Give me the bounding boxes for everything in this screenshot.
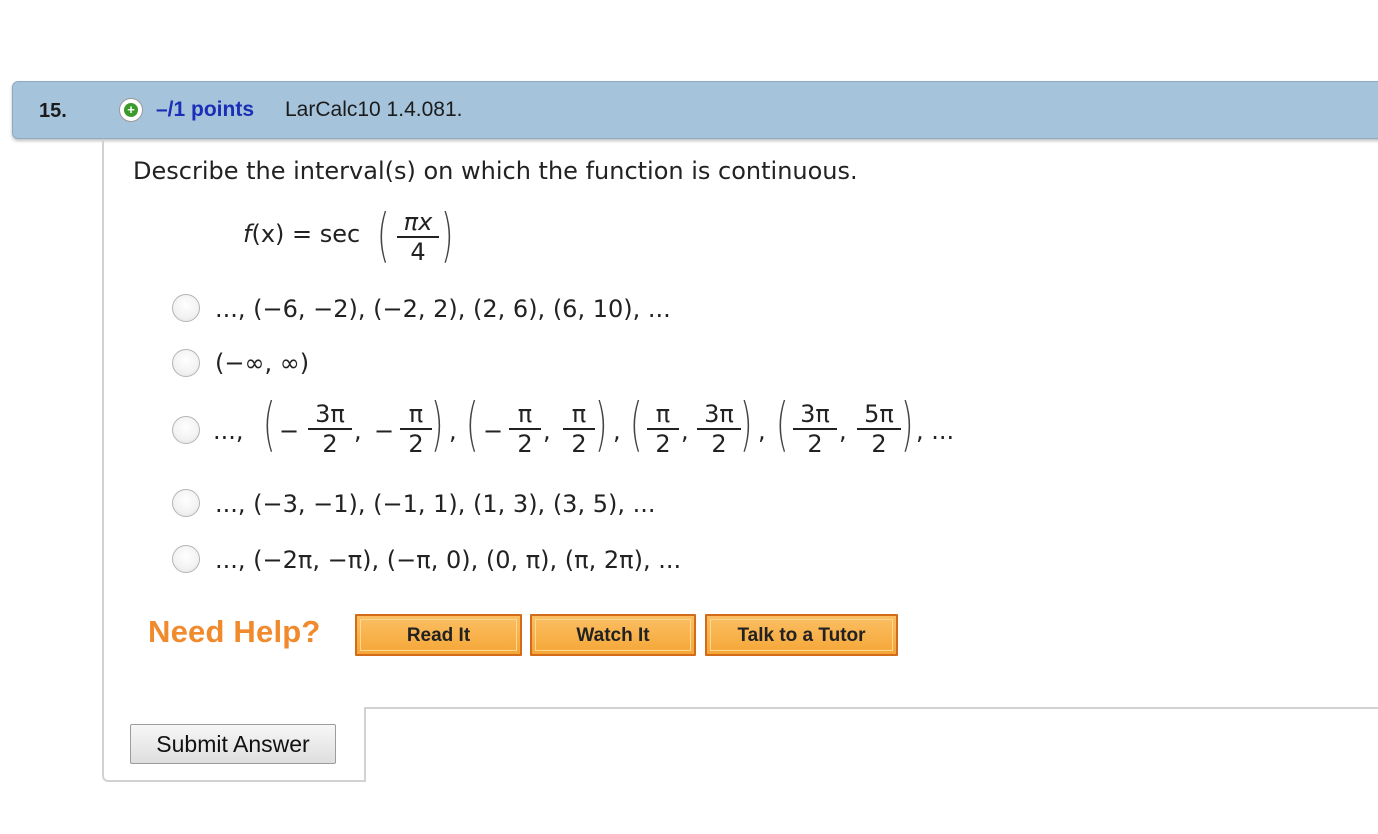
fraction-denominator: 4 bbox=[410, 238, 426, 266]
expand-button[interactable]: + bbox=[119, 98, 143, 122]
option-3-lead: ..., bbox=[213, 417, 244, 445]
watch-it-button[interactable]: Watch It bbox=[530, 614, 696, 656]
function-arg: (x) bbox=[251, 220, 285, 248]
paren: ) bbox=[901, 390, 914, 458]
talk-to-tutor-button[interactable]: Talk to a Tutor bbox=[705, 614, 898, 656]
option-2-label: (−∞, ∞) bbox=[215, 349, 310, 377]
fraction-denominator: 2 bbox=[711, 430, 727, 458]
numerator-text: πx bbox=[403, 208, 433, 236]
fraction: π 2 bbox=[647, 401, 679, 457]
comma: , bbox=[839, 417, 847, 445]
paren: ) bbox=[595, 390, 608, 458]
option-5-label: ..., (−2π, −π), (−π, 0), (0, π), (π, 2π)… bbox=[215, 546, 682, 574]
minus-sign: − bbox=[483, 417, 504, 445]
comma: , bbox=[543, 417, 551, 445]
radio-option-5[interactable] bbox=[172, 545, 200, 573]
read-it-label: Read It bbox=[360, 619, 517, 651]
fraction-numerator: π bbox=[408, 400, 424, 428]
fraction: π 2 bbox=[563, 401, 595, 457]
option-1-label: ..., (−6, −2), (−2, 2), (2, 6), (6, 10),… bbox=[215, 295, 671, 323]
comma: , bbox=[354, 417, 362, 445]
fraction-denominator: 2 bbox=[408, 430, 424, 458]
fraction-numerator: 3π bbox=[704, 400, 734, 428]
fraction-denominator: 2 bbox=[655, 430, 671, 458]
function-formula: f(x) = sec ( πx 4 ) bbox=[243, 206, 483, 276]
read-it-button[interactable]: Read It bbox=[355, 614, 522, 656]
fraction: 3π 2 bbox=[308, 401, 352, 457]
fraction: 3π 2 bbox=[793, 401, 837, 457]
question-number: 15. bbox=[39, 100, 67, 122]
fraction-numerator: 3π bbox=[315, 400, 345, 428]
fraction-numerator: π bbox=[571, 400, 587, 428]
right-paren: ) bbox=[441, 201, 454, 269]
minus-sign: − bbox=[279, 417, 300, 445]
talk-to-tutor-label: Talk to a Tutor bbox=[710, 619, 893, 651]
option-3-tail: , ... bbox=[916, 417, 955, 445]
fraction: π 2 bbox=[400, 401, 432, 457]
radio-option-3[interactable] bbox=[172, 416, 200, 444]
comma: , bbox=[449, 417, 457, 445]
fraction-denominator: 2 bbox=[517, 430, 533, 458]
formula-lhs: f(x) = sec bbox=[243, 220, 360, 248]
radio-option-4[interactable] bbox=[172, 489, 200, 517]
fraction-denominator: 2 bbox=[871, 430, 887, 458]
comma: , bbox=[758, 417, 766, 445]
need-help-label: Need Help? bbox=[148, 614, 321, 649]
watch-it-label: Watch It bbox=[535, 619, 691, 651]
fraction-numerator: 3π bbox=[800, 400, 830, 428]
paren: ( bbox=[466, 390, 479, 458]
plus-icon: + bbox=[124, 103, 138, 117]
paren: ) bbox=[431, 390, 444, 458]
fraction: π 2 bbox=[509, 401, 541, 457]
question-header: 15. + –/1 points LarCalc10 1.4.081. bbox=[12, 81, 1378, 139]
fraction-denominator: 2 bbox=[571, 430, 587, 458]
fraction: 5π 2 bbox=[857, 401, 901, 457]
fraction: πx 4 bbox=[397, 209, 439, 265]
paren: ( bbox=[630, 390, 643, 458]
fraction-numerator: πx bbox=[397, 209, 439, 235]
fraction-numerator: π bbox=[517, 400, 533, 428]
radio-option-1[interactable] bbox=[172, 294, 200, 322]
fraction-denominator: 2 bbox=[322, 430, 338, 458]
fraction-denominator: 2 bbox=[807, 430, 823, 458]
option-3-label: ..., ( − 3π 2 , − π 2 ) , ( − π 2 , π 2 … bbox=[213, 390, 973, 467]
radio-option-2[interactable] bbox=[172, 349, 200, 377]
equals-sec: = sec bbox=[284, 220, 361, 248]
divider bbox=[364, 707, 1378, 709]
paren: ( bbox=[263, 390, 276, 458]
fraction: 3π 2 bbox=[697, 401, 741, 457]
question-prompt: Describe the interval(s) on which the fu… bbox=[133, 157, 858, 185]
question-id: LarCalc10 1.4.081. bbox=[285, 98, 463, 121]
fraction-numerator: 5π bbox=[864, 400, 894, 428]
fraction-numerator: π bbox=[655, 400, 671, 428]
submit-answer-button[interactable]: Submit Answer bbox=[130, 724, 336, 764]
left-paren: ( bbox=[377, 201, 390, 269]
paren: ) bbox=[740, 390, 753, 458]
comma: , bbox=[613, 417, 621, 445]
option-4-label: ..., (−3, −1), (−1, 1), (1, 3), (3, 5), … bbox=[215, 490, 656, 518]
comma: , bbox=[681, 417, 689, 445]
paren: ( bbox=[776, 390, 789, 458]
points-label: –/1 points bbox=[156, 98, 255, 121]
minus-sign: − bbox=[374, 417, 395, 445]
